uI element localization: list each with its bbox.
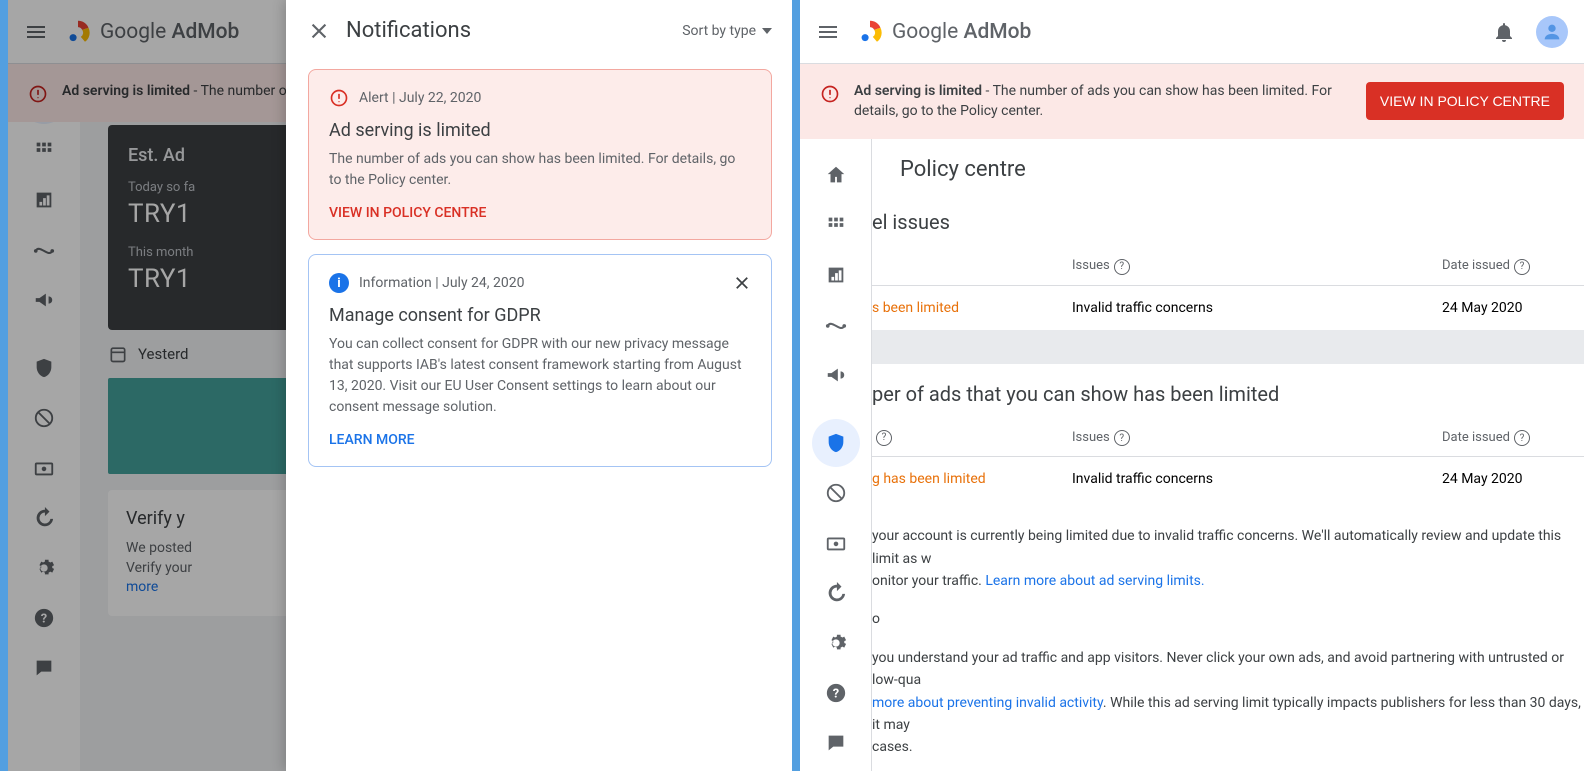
close-icon[interactable] bbox=[308, 20, 330, 42]
nav-help[interactable]: ? bbox=[812, 669, 860, 717]
menu-icon[interactable] bbox=[816, 20, 840, 44]
nav-policy[interactable] bbox=[20, 344, 68, 392]
policy-paragraph: o bbox=[872, 608, 1584, 630]
nav-campaigns[interactable] bbox=[20, 276, 68, 324]
alert-circle-icon bbox=[329, 88, 349, 108]
admob-logo-icon bbox=[856, 18, 884, 46]
nav-campaigns[interactable] bbox=[812, 351, 860, 399]
divider-strip bbox=[872, 330, 1584, 364]
logo-text: Google AdMob bbox=[100, 20, 239, 44]
help-icon[interactable]: ? bbox=[876, 430, 892, 446]
nav-history[interactable] bbox=[812, 569, 860, 617]
alert-icon bbox=[820, 84, 840, 104]
notifications-panel: Notifications Sort by type Alert | July … bbox=[286, 0, 792, 771]
policy-paragraph: you understand your ad traffic and app v… bbox=[872, 647, 1584, 759]
svg-text:?: ? bbox=[832, 687, 838, 702]
logo-text: Google AdMob bbox=[892, 20, 1031, 44]
alert-card: Alert | July 22, 2020 Ad serving is limi… bbox=[308, 69, 772, 240]
header-right: Google AdMob bbox=[800, 0, 1584, 64]
page-title: Policy centre bbox=[872, 139, 1584, 200]
nav-help[interactable]: ? bbox=[20, 594, 68, 642]
learn-more-link[interactable]: LEARN MORE bbox=[329, 432, 751, 448]
menu-icon[interactable] bbox=[24, 20, 48, 44]
calendar-icon bbox=[108, 344, 128, 364]
help-icon[interactable]: ? bbox=[1514, 259, 1530, 275]
table-row[interactable]: g has been limited Invalid traffic conce… bbox=[872, 457, 1584, 501]
view-policy-button[interactable]: VIEW IN POLICY CENTRE bbox=[1366, 82, 1564, 120]
policy-paragraph: your account is currently being limited … bbox=[872, 525, 1584, 592]
nav-settings[interactable] bbox=[20, 544, 68, 592]
alert-icon bbox=[28, 84, 48, 104]
logo: Google AdMob bbox=[856, 18, 1031, 46]
sidebar-right: ? bbox=[800, 139, 872, 771]
nav-reports[interactable] bbox=[20, 176, 68, 224]
nav-feedback[interactable] bbox=[812, 719, 860, 767]
section-heading: el issues bbox=[872, 200, 1584, 248]
section-heading: per of ads that you can show has been li… bbox=[872, 364, 1584, 420]
view-policy-link[interactable]: VIEW IN POLICY CENTRE bbox=[329, 205, 751, 221]
svg-text:?: ? bbox=[41, 612, 47, 627]
nav-payments[interactable] bbox=[20, 444, 68, 492]
table-header: Issues? Date issued? bbox=[872, 248, 1584, 286]
right-pane: Google AdMob Ad serving is limited - The… bbox=[792, 0, 1584, 771]
sidebar-left: ? bbox=[8, 64, 80, 771]
nav-policy[interactable] bbox=[812, 419, 860, 467]
info-card: i Information | July 24, 2020 Manage con… bbox=[308, 254, 772, 467]
info-icon: i bbox=[329, 273, 349, 293]
nav-reports[interactable] bbox=[812, 251, 860, 299]
help-icon[interactable]: ? bbox=[1114, 430, 1130, 446]
nav-history[interactable] bbox=[20, 494, 68, 542]
nav-home[interactable] bbox=[812, 151, 860, 199]
notifications-icon[interactable] bbox=[1492, 20, 1516, 44]
nav-apps[interactable] bbox=[20, 126, 68, 174]
learn-limits-link[interactable]: Learn more about ad serving limits. bbox=[985, 573, 1204, 589]
nav-blocking[interactable] bbox=[20, 394, 68, 442]
verify-more-link[interactable]: more bbox=[126, 579, 158, 595]
help-icon[interactable]: ? bbox=[1114, 259, 1130, 275]
table-row[interactable]: s been limited Invalid traffic concerns … bbox=[872, 286, 1584, 330]
chevron-down-icon bbox=[762, 28, 772, 34]
nav-feedback[interactable] bbox=[20, 644, 68, 692]
nav-blocking[interactable] bbox=[812, 469, 860, 517]
nav-payments[interactable] bbox=[812, 519, 860, 567]
admob-logo-icon bbox=[64, 18, 92, 46]
help-icon[interactable]: ? bbox=[1514, 430, 1530, 446]
nav-mediation[interactable] bbox=[812, 301, 860, 349]
policy-content: Policy centre el issues Issues? Date iss… bbox=[872, 139, 1584, 771]
sort-dropdown[interactable]: Sort by type bbox=[682, 23, 772, 39]
dismiss-icon[interactable] bbox=[733, 274, 751, 292]
alert-banner-right: Ad serving is limited - The number of ad… bbox=[800, 64, 1584, 139]
notifications-title: Notifications bbox=[346, 18, 666, 43]
left-pane: Google AdMob ? Home Est. Ad Today so fa … bbox=[0, 0, 792, 771]
logo: Google AdMob bbox=[64, 18, 239, 46]
nav-mediation[interactable] bbox=[20, 226, 68, 274]
table-header: ? Issues? Date issued? bbox=[872, 420, 1584, 458]
account-avatar[interactable] bbox=[1536, 16, 1568, 48]
nav-apps[interactable] bbox=[812, 201, 860, 249]
learn-invalid-link[interactable]: more about preventing invalid activity bbox=[872, 695, 1103, 711]
nav-settings[interactable] bbox=[812, 619, 860, 667]
